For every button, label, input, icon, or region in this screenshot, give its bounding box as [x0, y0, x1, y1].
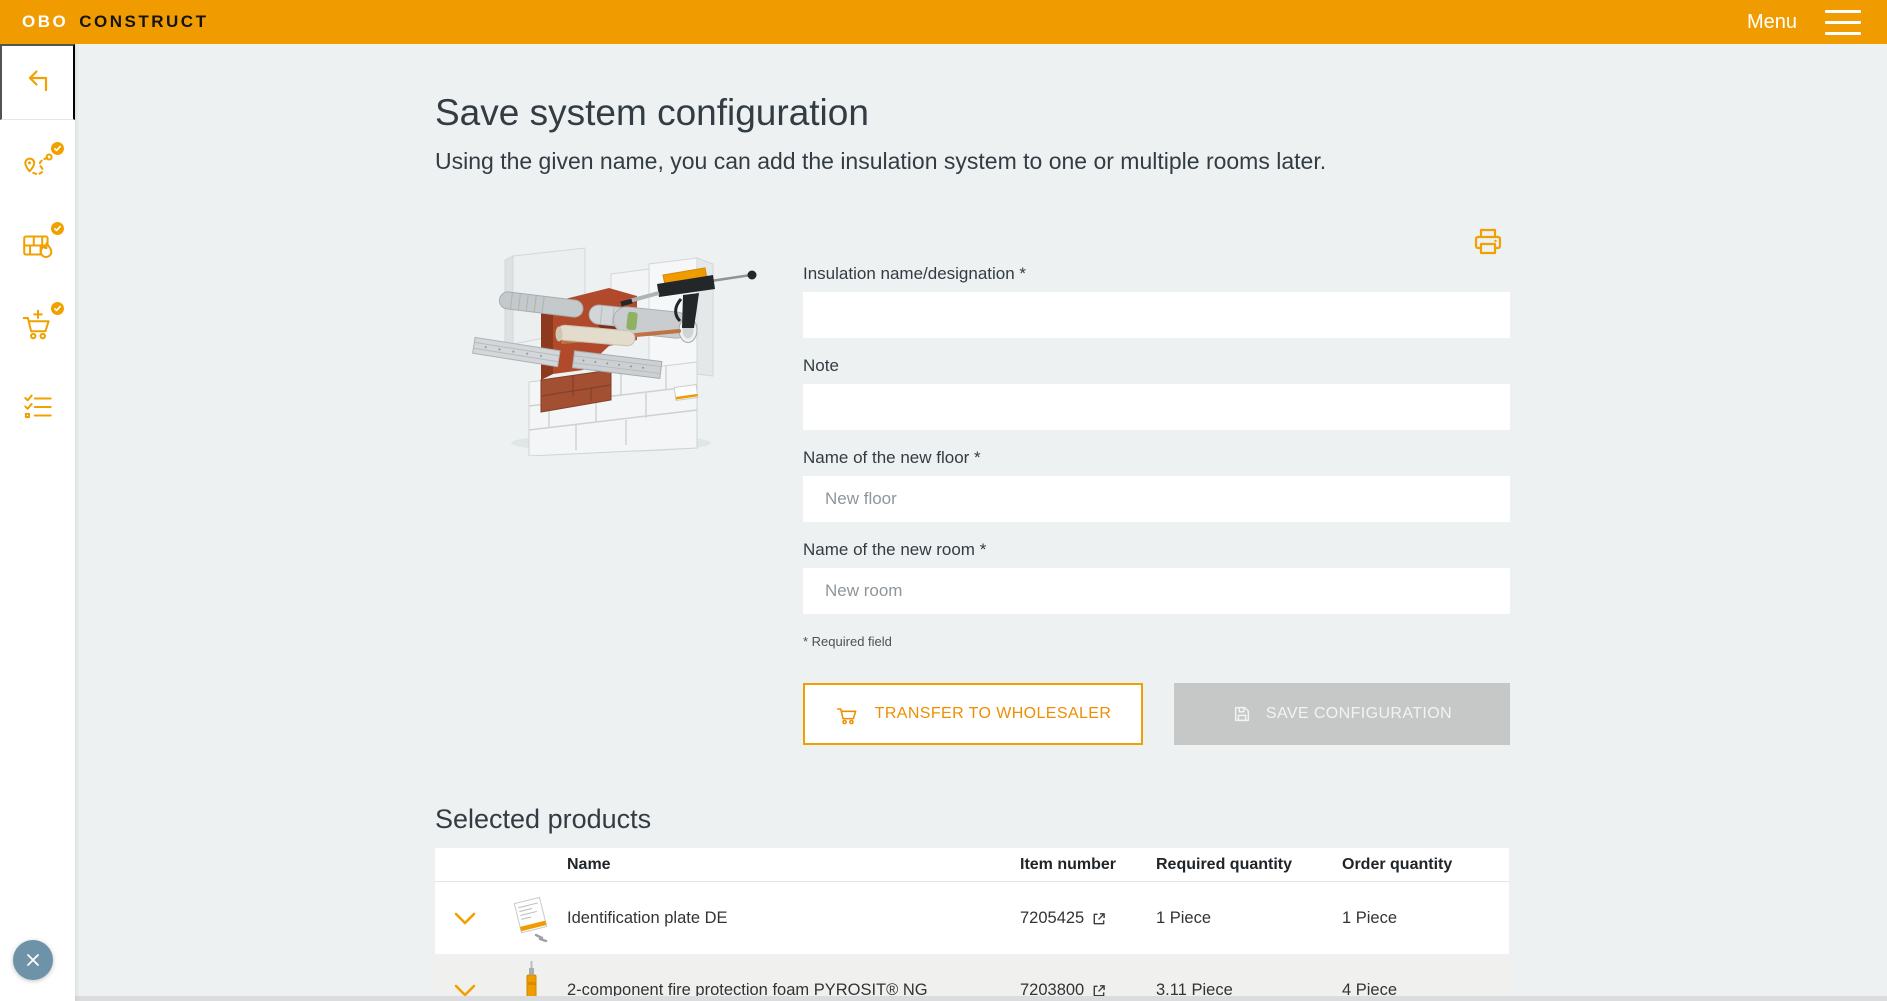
- hamburger-bar: [1825, 10, 1861, 13]
- hamburger-menu-icon[interactable]: [1825, 10, 1861, 35]
- system-illustration: [461, 244, 761, 456]
- column-header-name: Name: [567, 856, 1020, 874]
- close-button[interactable]: [13, 940, 53, 980]
- sidebar-item-summary[interactable]: [15, 384, 61, 430]
- transfer-to-wholesaler-button[interactable]: TRANSFER TO WHOLESALER: [803, 683, 1143, 745]
- header-right: Menu: [1747, 10, 1861, 35]
- new-floor-label: Name of the new floor *: [803, 448, 1510, 468]
- sidebar-item-cart[interactable]: [15, 303, 61, 349]
- required-field-note: * Required field: [803, 634, 1510, 649]
- main-content: Save system configuration Using the give…: [75, 44, 1887, 1001]
- page-title: Save system configuration: [435, 92, 869, 134]
- brand-logo: OBO CONSTRUCT: [22, 12, 208, 32]
- expand-row-button[interactable]: [435, 984, 495, 997]
- form-actions: TRANSFER TO WHOLESALER SAVE CONFIGURATIO…: [803, 683, 1510, 745]
- new-floor-input[interactable]: [803, 476, 1510, 522]
- foam-cartridge-image: [511, 959, 551, 1001]
- page-subtitle: Using the given name, you can add the in…: [435, 148, 1326, 175]
- table-header-row: Name Item number Required quantity Order…: [435, 848, 1509, 882]
- new-room-label: Name of the new room *: [803, 540, 1510, 560]
- printer-icon: [1470, 224, 1506, 260]
- selected-products-section: Selected products Name Item number Requi…: [435, 804, 1509, 1001]
- column-header-item-number: Item number: [1020, 856, 1156, 874]
- sidebar-item-firewall[interactable]: [15, 223, 61, 269]
- selected-products-heading: Selected products: [435, 804, 1509, 835]
- check-badge: [49, 140, 66, 157]
- close-icon: [25, 952, 41, 968]
- insulation-name-input[interactable]: [803, 292, 1510, 338]
- note-label: Note: [803, 356, 1510, 376]
- product-required-quantity: 1 Piece: [1156, 909, 1342, 928]
- bottom-edge-divider: [75, 996, 1887, 1001]
- transfer-button-label: TRANSFER TO WHOLESALER: [875, 705, 1112, 723]
- sidebar: [0, 44, 75, 1001]
- save-button-label: SAVE CONFIGURATION: [1266, 705, 1452, 723]
- back-button[interactable]: [0, 44, 75, 120]
- brand-construct: CONSTRUCT: [79, 12, 208, 32]
- table-row: Identification plate DE 7205425 1 Piece …: [435, 882, 1509, 954]
- insulation-name-label: Insulation name/designation *: [803, 264, 1510, 284]
- sidebar-item-route[interactable]: [15, 143, 61, 189]
- products-table: Name Item number Required quantity Order…: [435, 848, 1509, 1001]
- save-configuration-button[interactable]: SAVE CONFIGURATION: [1174, 683, 1510, 745]
- table-row: 2-component fire protection foam PYROSIT…: [435, 954, 1509, 1001]
- column-header-order-quantity: Order quantity: [1342, 856, 1509, 874]
- cart-icon: [835, 701, 861, 727]
- note-input[interactable]: [803, 384, 1510, 430]
- product-thumbnail: [495, 892, 567, 944]
- save-icon: [1232, 704, 1252, 724]
- column-header-required-quantity: Required quantity: [1156, 856, 1342, 874]
- app-header: OBO CONSTRUCT Menu: [0, 0, 1887, 44]
- product-order-quantity: 1 Piece: [1342, 909, 1509, 928]
- check-badge: [49, 220, 66, 237]
- new-room-input[interactable]: [803, 568, 1510, 614]
- hamburger-bar: [1825, 21, 1861, 24]
- check-badge: [49, 300, 66, 317]
- chevron-down-icon: [454, 912, 476, 925]
- brand-obo: OBO: [22, 12, 68, 32]
- back-arrow-icon: [21, 66, 55, 100]
- external-link-icon[interactable]: [1091, 911, 1106, 926]
- save-configuration-form: Insulation name/designation * Note Name …: [803, 264, 1510, 745]
- summary-list-icon: [20, 389, 56, 425]
- product-name: Identification plate DE: [567, 909, 1020, 928]
- print-button[interactable]: [1469, 224, 1507, 262]
- expand-row-button[interactable]: [435, 912, 495, 925]
- app-root: OBO CONSTRUCT Menu: [0, 0, 1887, 1001]
- chevron-down-icon: [454, 984, 476, 997]
- hamburger-bar: [1825, 32, 1861, 35]
- identification-plate-image: [509, 892, 553, 944]
- product-thumbnail: [495, 959, 567, 1001]
- menu-label[interactable]: Menu: [1747, 11, 1797, 34]
- product-item-number: 7205425: [1020, 909, 1084, 928]
